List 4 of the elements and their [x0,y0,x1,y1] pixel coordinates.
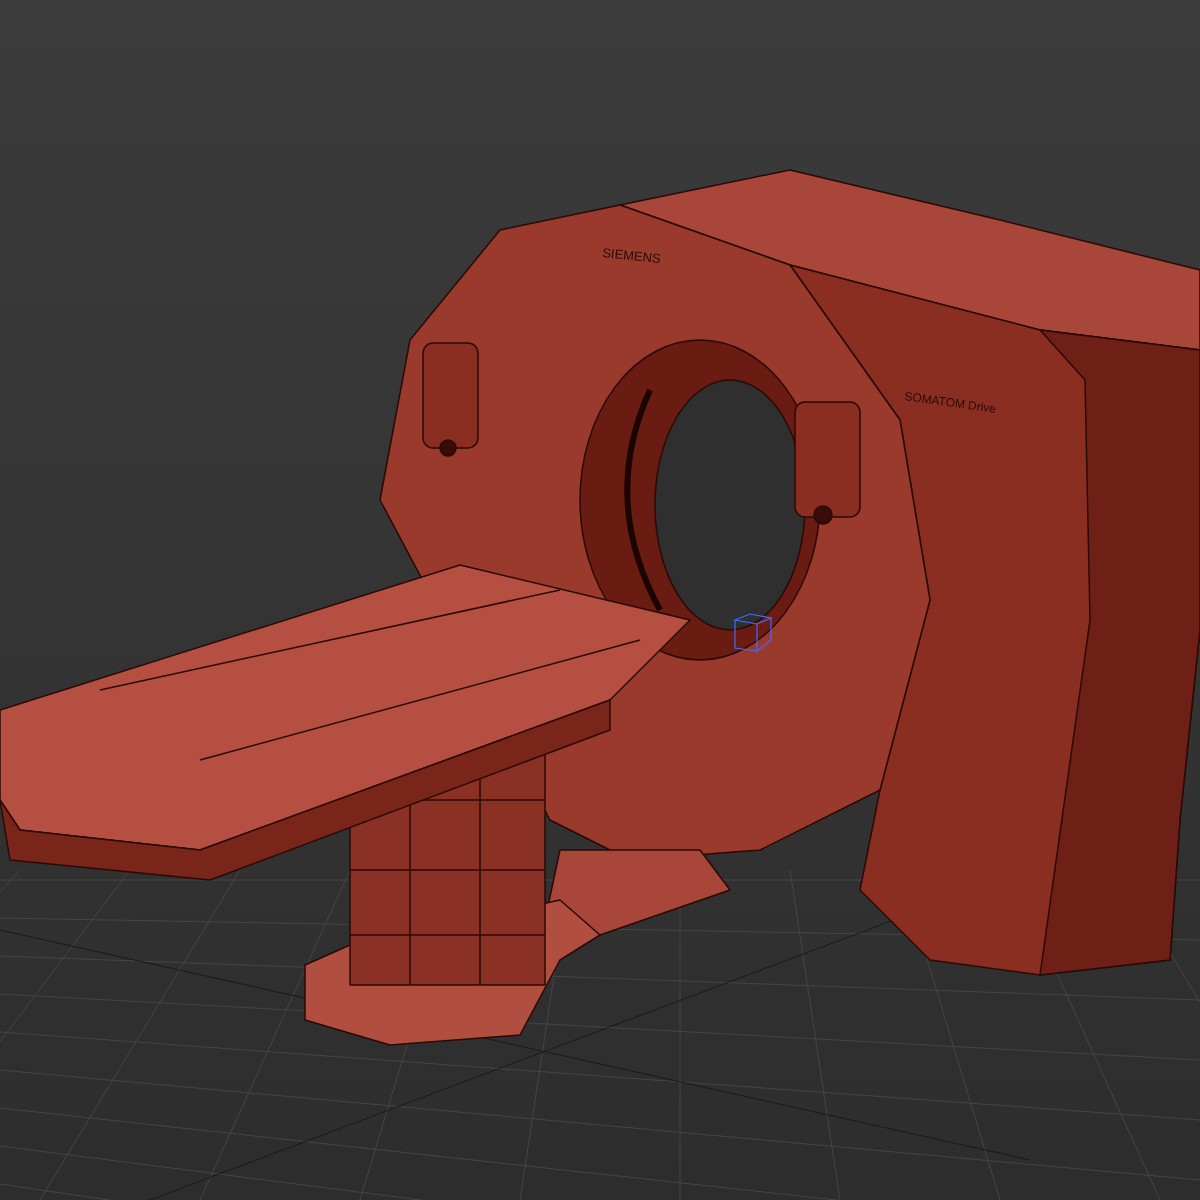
model-label: SIEMENS [601,245,662,267]
model-label: SOMATOM Drive [903,389,997,416]
selection-box-icon [734,613,774,652]
viewport[interactable]: SIEMENS SOMATOM Drive [0,0,1200,1200]
